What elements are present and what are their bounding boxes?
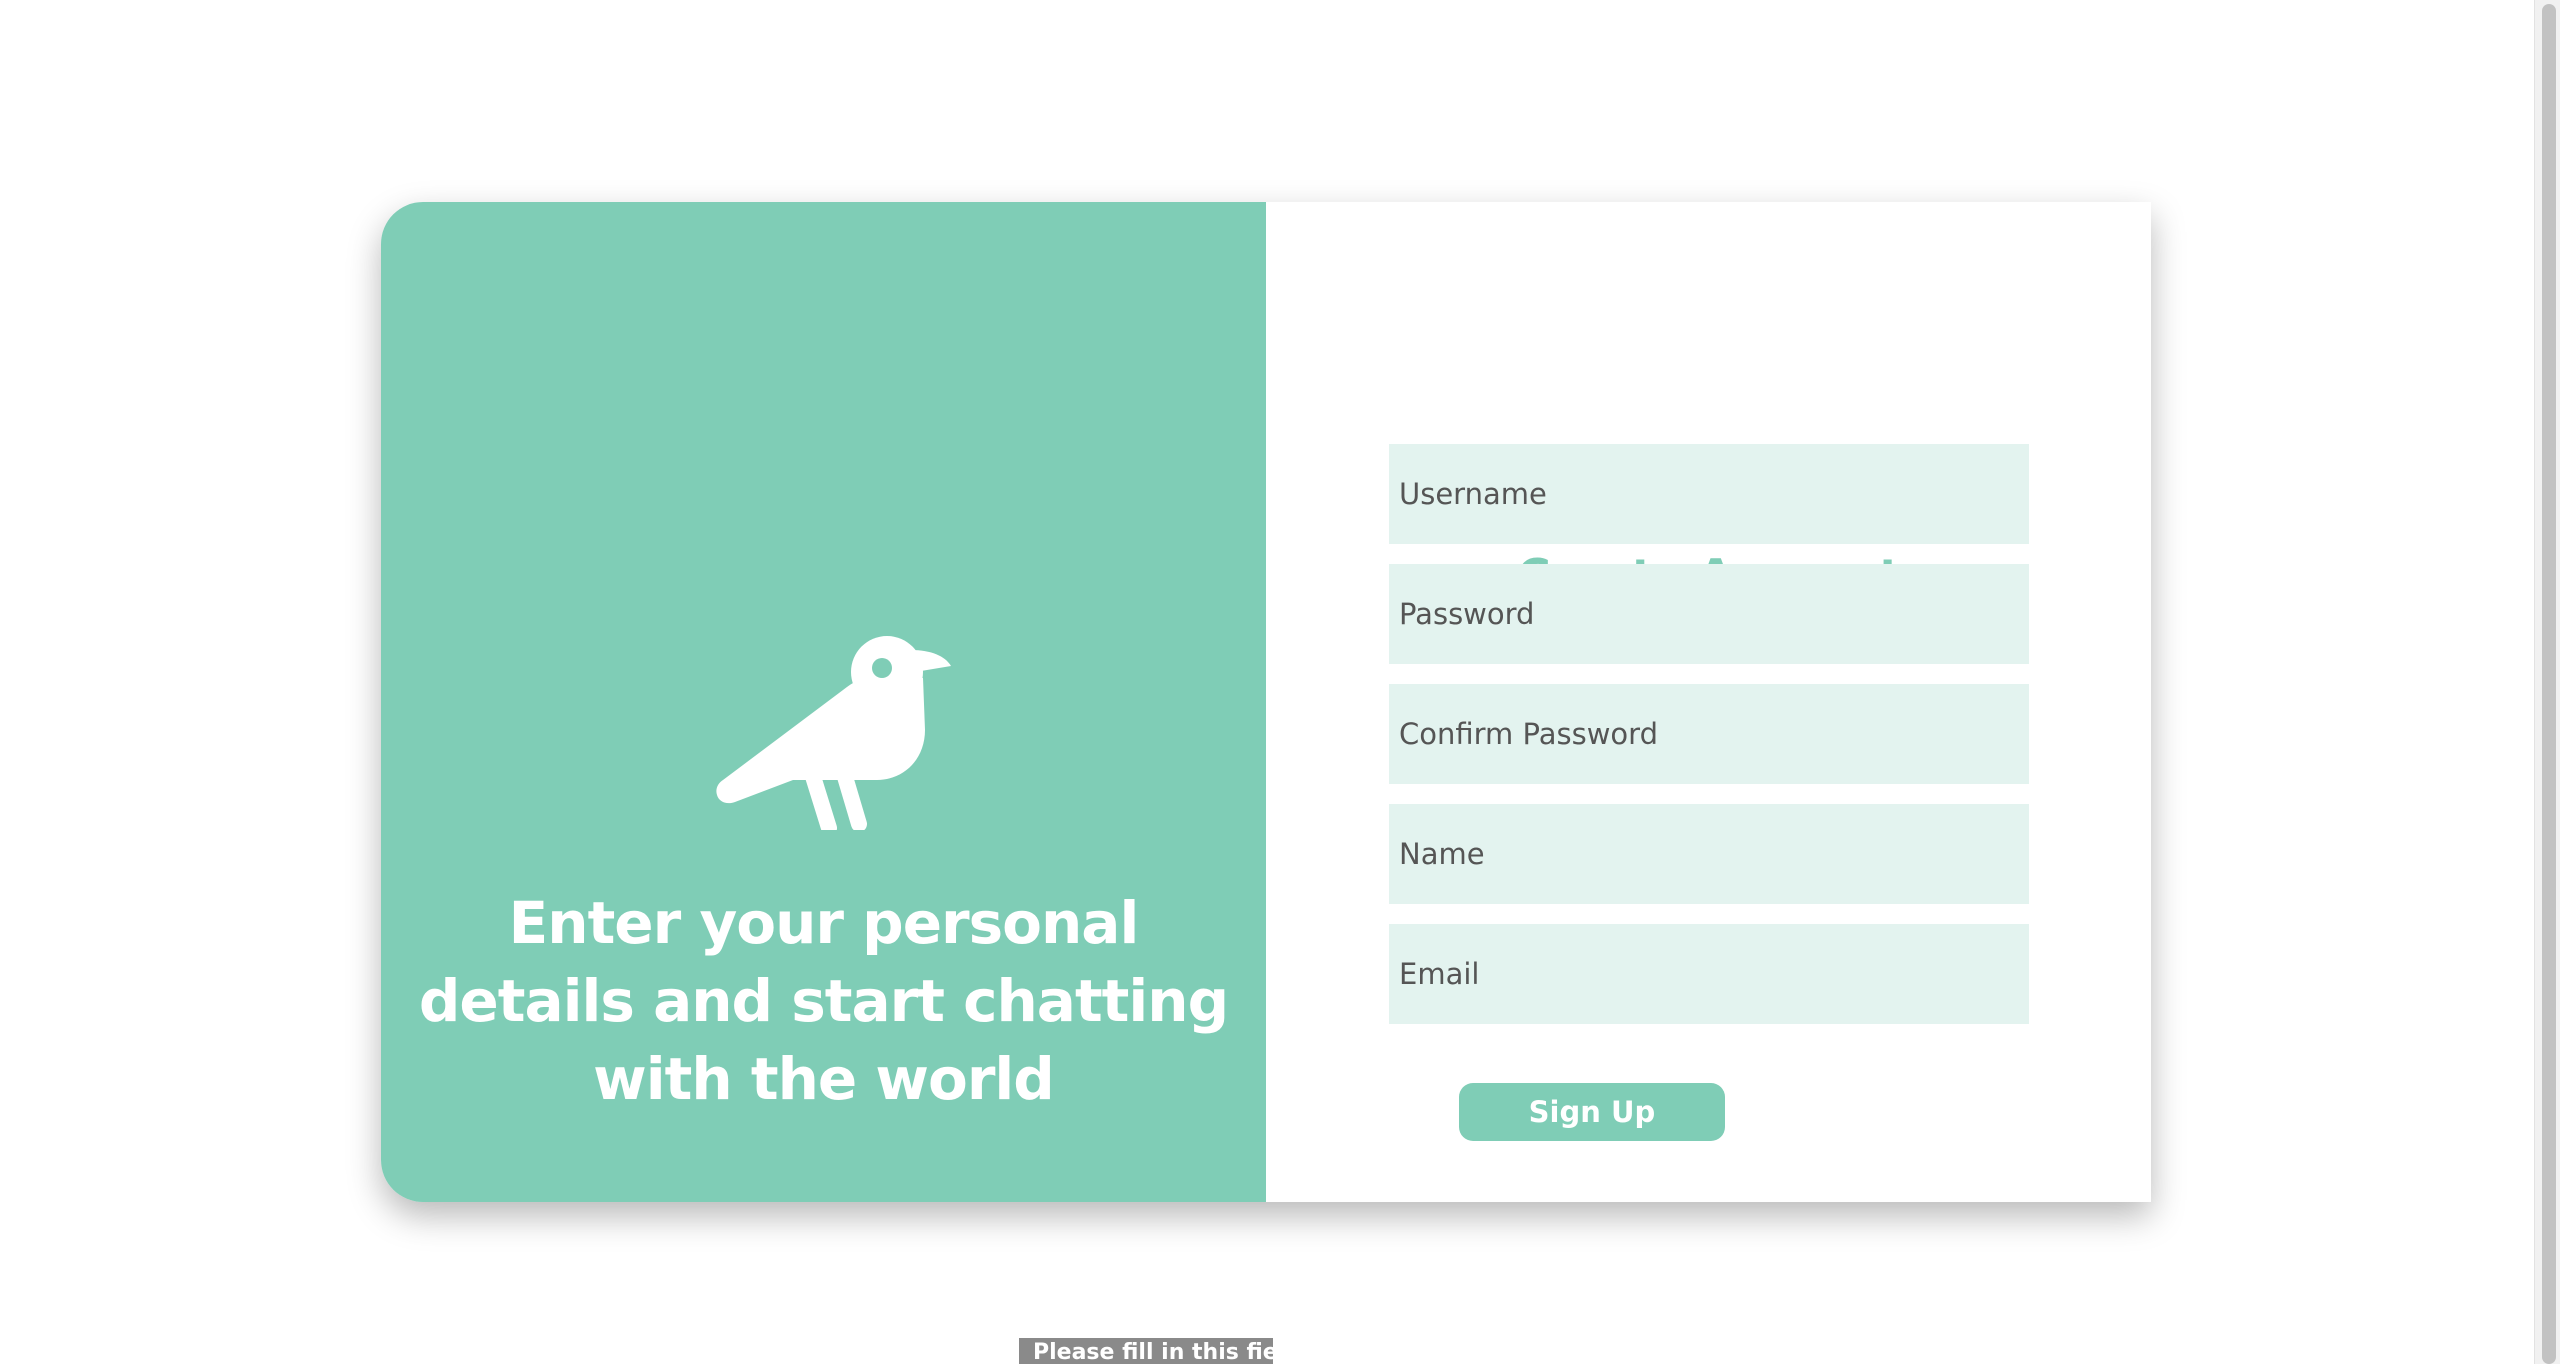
bird-icon [693, 620, 953, 830]
sign-up-button[interactable]: Sign Up [1459, 1083, 1725, 1141]
email-input[interactable] [1389, 924, 2029, 1024]
hero-tagline: Enter your personal details and start ch… [418, 889, 1229, 1113]
password-input[interactable] [1389, 564, 2029, 664]
username-input[interactable] [1389, 444, 2029, 544]
scrollbar-thumb[interactable] [2542, 4, 2556, 1364]
confirm-password-input[interactable] [1389, 684, 2029, 784]
scrollbar[interactable] [2534, 0, 2560, 1364]
page: Enter your personal details and start ch… [0, 0, 2560, 1364]
hero-panel: Enter your personal details and start ch… [381, 202, 1266, 1202]
validation-tooltip: Please fill in this field. [1019, 1338, 1273, 1364]
signup-card: Enter your personal details and start ch… [381, 202, 2151, 1202]
name-input[interactable] [1389, 804, 2029, 904]
form-panel: Create Account Sign Up [1266, 202, 2151, 1202]
